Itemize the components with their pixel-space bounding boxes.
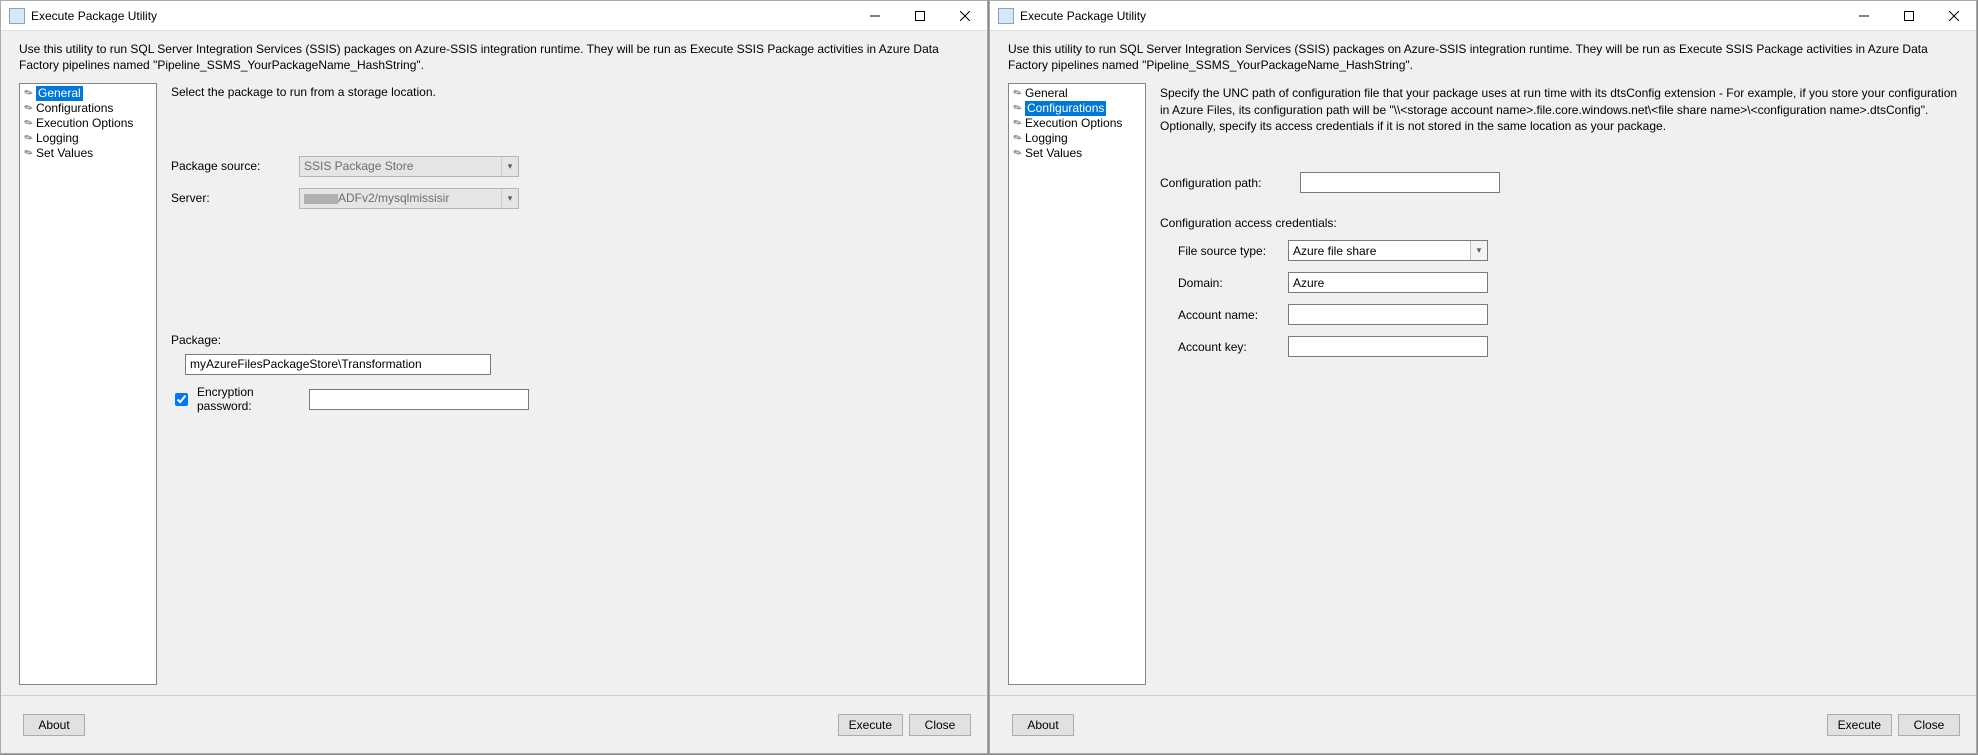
main-pane-general: Select the package to run from a storage… [169, 83, 975, 685]
row-account-key: Account key: [1160, 336, 1958, 358]
package-source-value: SSIS Package Store [304, 159, 413, 173]
account-name-input[interactable] [1288, 304, 1488, 325]
sidebar-item-set-values[interactable]: ✎Set Values [1009, 146, 1145, 161]
row-domain: Domain: [1160, 272, 1958, 294]
app-icon [998, 8, 1014, 24]
window-title: Execute Package Utility [31, 9, 852, 23]
encryption-password-checkbox[interactable] [175, 393, 188, 406]
sidebar-item-logging[interactable]: ✎Logging [20, 131, 156, 146]
server-value: ADFv2/mysqlmissisir [304, 191, 449, 205]
close-window-button[interactable] [1931, 1, 1976, 30]
execute-button[interactable]: Execute [1827, 714, 1892, 736]
close-window-button[interactable] [942, 1, 987, 30]
maximize-icon [1904, 11, 1914, 21]
encryption-password-label: Encryption password: [197, 385, 303, 413]
minimize-icon [870, 11, 880, 21]
description-text: Use this utility to run SQL Server Integ… [1, 31, 987, 79]
sidebar-item-execution-options[interactable]: ✎Execution Options [20, 116, 156, 131]
maximize-icon [915, 11, 925, 21]
titlebar: Execute Package Utility [1, 1, 987, 31]
row-package-value [171, 353, 969, 375]
row-file-source-type: File source type: Azure file share ▾ [1160, 240, 1958, 262]
config-path-label: Configuration path: [1160, 176, 1300, 190]
package-field[interactable] [190, 355, 486, 374]
file-source-dropdown[interactable]: Azure file share ▾ [1288, 240, 1488, 261]
minimize-icon [1859, 11, 1869, 21]
body-area: ✎General ✎Configurations ✎Execution Opti… [1, 79, 987, 695]
package-source-dropdown[interactable]: SSIS Package Store ▾ [299, 156, 519, 177]
file-source-label: File source type: [1160, 244, 1288, 258]
sidebar-item-general[interactable]: ✎General [1009, 86, 1145, 101]
execute-button[interactable]: Execute [838, 714, 903, 736]
close-button[interactable]: Close [909, 714, 971, 736]
domain-label: Domain: [1160, 276, 1288, 290]
maximize-button[interactable] [897, 1, 942, 30]
window-controls [1841, 1, 1976, 30]
row-encryption-password: Encryption password: [171, 385, 969, 413]
sidebar: ✎General ✎Configurations ✎Execution Opti… [19, 83, 157, 685]
pane-heading: Select the package to run from a storage… [171, 85, 969, 99]
description-text: Use this utility to run SQL Server Integ… [990, 31, 1976, 79]
sidebar-item-logging[interactable]: ✎Logging [1009, 131, 1145, 146]
sidebar-item-configurations[interactable]: ✎Configurations [20, 101, 156, 116]
account-key-field[interactable] [1293, 337, 1483, 356]
window-title: Execute Package Utility [1020, 9, 1841, 23]
about-button[interactable]: About [1012, 714, 1074, 736]
server-label: Server: [171, 191, 299, 205]
config-path-field[interactable] [1305, 173, 1495, 192]
about-button[interactable]: About [23, 714, 85, 736]
pane-heading: Specify the UNC path of configuration fi… [1160, 85, 1958, 134]
domain-field[interactable] [1293, 273, 1483, 292]
main-pane-configurations: Specify the UNC path of configuration fi… [1158, 83, 1964, 685]
package-input[interactable] [185, 354, 491, 375]
app-icon [9, 8, 25, 24]
row-package-source: Package source: SSIS Package Store ▾ [171, 155, 969, 177]
close-icon [960, 11, 970, 21]
close-icon [1949, 11, 1959, 21]
server-dropdown[interactable]: ADFv2/mysqlmissisir ▾ [299, 188, 519, 209]
sidebar-item-set-values[interactable]: ✎Set Values [20, 146, 156, 161]
row-server: Server: ADFv2/mysqlmissisir ▾ [171, 187, 969, 209]
row-config-path: Configuration path: [1160, 172, 1958, 194]
sidebar-item-configurations[interactable]: ✎Configurations [1009, 101, 1145, 116]
config-path-input[interactable] [1300, 172, 1500, 193]
titlebar: Execute Package Utility [990, 1, 1976, 31]
window-execute-package-general: Execute Package Utility Use this utility… [0, 0, 988, 754]
row-account-name: Account name: [1160, 304, 1958, 326]
row-package-label: Package: [171, 329, 969, 351]
chevron-down-icon: ▾ [501, 189, 518, 208]
encryption-password-input[interactable] [309, 389, 529, 410]
sidebar-item-execution-options[interactable]: ✎Execution Options [1009, 116, 1145, 131]
footer: About Execute Close [1, 695, 987, 753]
window-controls [852, 1, 987, 30]
close-button[interactable]: Close [1898, 714, 1960, 736]
account-key-label: Account key: [1160, 340, 1288, 354]
minimize-button[interactable] [1841, 1, 1886, 30]
pin-icon: ✎ [1010, 145, 1026, 163]
package-source-label: Package source: [171, 159, 299, 173]
chevron-down-icon: ▾ [1470, 241, 1487, 260]
domain-input[interactable] [1288, 272, 1488, 293]
encryption-password-field[interactable] [314, 390, 524, 409]
account-name-label: Account name: [1160, 308, 1288, 322]
account-name-field[interactable] [1293, 305, 1483, 324]
account-key-input[interactable] [1288, 336, 1488, 357]
minimize-button[interactable] [852, 1, 897, 30]
body-area: ✎General ✎Configurations ✎Execution Opti… [990, 79, 1976, 695]
window-execute-package-configurations: Execute Package Utility Use this utility… [989, 0, 1977, 754]
maximize-button[interactable] [1886, 1, 1931, 30]
sidebar-item-general[interactable]: ✎General [20, 86, 156, 101]
chevron-down-icon: ▾ [501, 157, 518, 176]
cred-heading: Configuration access credentials: [1160, 216, 1958, 230]
footer: About Execute Close [990, 695, 1976, 753]
pin-icon: ✎ [21, 145, 37, 163]
package-label: Package: [171, 333, 299, 347]
file-source-value: Azure file share [1293, 244, 1376, 258]
sidebar: ✎General ✎Configurations ✎Execution Opti… [1008, 83, 1146, 685]
